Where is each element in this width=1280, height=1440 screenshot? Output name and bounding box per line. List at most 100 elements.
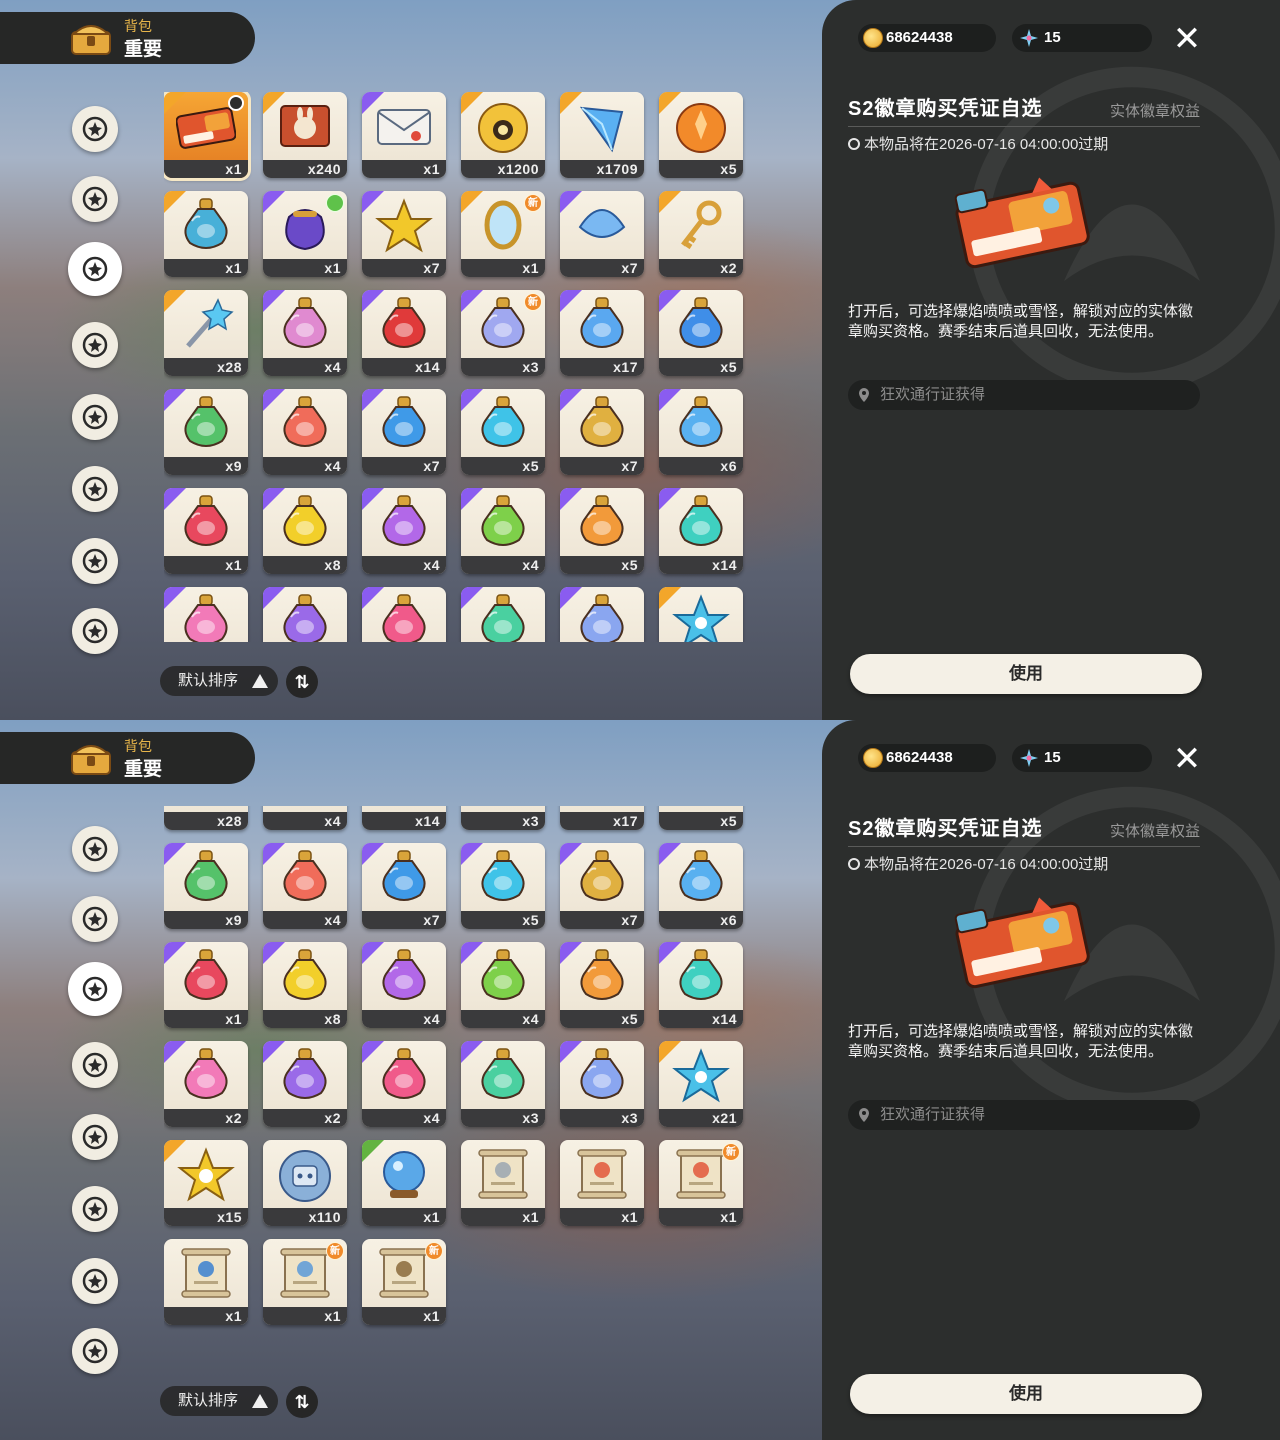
- category-tab[interactable]: [72, 394, 118, 440]
- inventory-item[interactable]: [263, 587, 347, 642]
- inventory-item[interactable]: x9: [164, 843, 248, 929]
- inventory-item[interactable]: [461, 587, 545, 642]
- inventory-item[interactable]: x8: [263, 942, 347, 1028]
- inventory-item[interactable]: x8: [263, 488, 347, 574]
- inventory-item[interactable]: x5: [461, 843, 545, 929]
- inventory-item[interactable]: x1: [164, 191, 248, 277]
- inventory-item[interactable]: 新 x1: [362, 1239, 446, 1325]
- inventory-item[interactable]: x4: [362, 942, 446, 1028]
- inventory-item[interactable]: x4: [263, 806, 347, 830]
- category-tab[interactable]: [72, 608, 118, 654]
- inventory-item[interactable]: x5: [560, 488, 644, 574]
- inventory-item[interactable]: x14: [362, 806, 446, 830]
- inventory-item[interactable]: x1: [263, 191, 347, 277]
- inventory-item[interactable]: [560, 587, 644, 642]
- inventory-item[interactable]: x1709: [560, 92, 644, 178]
- inventory-item[interactable]: x3: [461, 1041, 545, 1127]
- category-tab[interactable]: [72, 106, 118, 152]
- item-grid[interactable]: x28 x4 x14 x3 x17 x5 x9 x4 x7 x5 x7 x6 x…: [164, 806, 754, 1386]
- inventory-item[interactable]: x7: [560, 191, 644, 277]
- inventory-item[interactable]: x1: [362, 1140, 446, 1226]
- item-quantity: x4: [263, 457, 347, 475]
- inventory-item[interactable]: x240: [263, 92, 347, 178]
- inventory-item[interactable]: x5: [659, 290, 743, 376]
- inventory-item[interactable]: x1: [560, 1140, 644, 1226]
- inventory-item[interactable]: x7: [560, 389, 644, 475]
- inventory-item[interactable]: x14: [659, 942, 743, 1028]
- item-grid[interactable]: x1 x240 x1 x1200 x1709 x5 x1 x1 x7 新 x1 x7 x2 x28 …: [164, 92, 754, 642]
- sort-order-toggle-button[interactable]: ⇅: [286, 1386, 318, 1418]
- inventory-item[interactable]: x4: [263, 843, 347, 929]
- inventory-item[interactable]: x1: [164, 488, 248, 574]
- category-tab[interactable]: [72, 1328, 118, 1374]
- inventory-item[interactable]: x7: [362, 191, 446, 277]
- inventory-item[interactable]: x14: [362, 290, 446, 376]
- category-tab[interactable]: [72, 1042, 118, 1088]
- inventory-item[interactable]: x5: [461, 389, 545, 475]
- inventory-item[interactable]: x1: [362, 92, 446, 178]
- category-tab[interactable]: [72, 1186, 118, 1232]
- category-tab[interactable]: [68, 962, 122, 1016]
- inventory-item[interactable]: x4: [362, 488, 446, 574]
- inventory-item[interactable]: x28: [164, 806, 248, 830]
- inventory-item[interactable]: x7: [362, 389, 446, 475]
- inventory-item[interactable]: x1200: [461, 92, 545, 178]
- inventory-item[interactable]: x4: [263, 389, 347, 475]
- inventory-item[interactable]: [362, 587, 446, 642]
- inventory-item[interactable]: [659, 587, 743, 642]
- inventory-item[interactable]: x2: [164, 1041, 248, 1127]
- inventory-item[interactable]: x1: [164, 92, 248, 178]
- inventory-item[interactable]: x14: [659, 488, 743, 574]
- close-button[interactable]: ✕: [1168, 740, 1206, 778]
- use-button[interactable]: 使用: [850, 1374, 1202, 1414]
- item-quantity: x8: [263, 556, 347, 574]
- inventory-item[interactable]: x7: [362, 843, 446, 929]
- inventory-item[interactable]: x17: [560, 806, 644, 830]
- inventory-item[interactable]: x5: [560, 942, 644, 1028]
- sort-dropdown[interactable]: 默认排序: [160, 666, 278, 696]
- inventory-item[interactable]: x110: [263, 1140, 347, 1226]
- category-tab[interactable]: [72, 538, 118, 584]
- inventory-item[interactable]: x7: [560, 843, 644, 929]
- inventory-item[interactable]: x2: [263, 1041, 347, 1127]
- inventory-item[interactable]: x21: [659, 1041, 743, 1127]
- inventory-item[interactable]: x4: [461, 488, 545, 574]
- category-tab[interactable]: [72, 1258, 118, 1304]
- category-tab[interactable]: [72, 322, 118, 368]
- inventory-item[interactable]: 新 x1: [659, 1140, 743, 1226]
- inventory-item[interactable]: 新 x1: [461, 191, 545, 277]
- inventory-item[interactable]: x6: [659, 843, 743, 929]
- item-quantity: x1: [659, 1208, 743, 1226]
- category-tab[interactable]: [72, 896, 118, 942]
- category-tab[interactable]: [72, 826, 118, 872]
- inventory-item[interactable]: x15: [164, 1140, 248, 1226]
- inventory-item[interactable]: x1: [164, 1239, 248, 1325]
- inventory-item[interactable]: x1: [164, 942, 248, 1028]
- inventory-item[interactable]: [164, 587, 248, 642]
- inventory-item[interactable]: x4: [263, 290, 347, 376]
- inventory-item[interactable]: x28: [164, 290, 248, 376]
- category-tab[interactable]: [72, 176, 118, 222]
- sort-order-toggle-button[interactable]: ⇅: [286, 666, 318, 698]
- inventory-item[interactable]: x3: [461, 806, 545, 830]
- sort-dropdown[interactable]: 默认排序: [160, 1386, 278, 1416]
- inventory-item[interactable]: x9: [164, 389, 248, 475]
- category-tab[interactable]: [72, 466, 118, 512]
- inventory-item[interactable]: x5: [659, 806, 743, 830]
- close-button[interactable]: ✕: [1168, 20, 1206, 58]
- category-tab[interactable]: [72, 1114, 118, 1160]
- inventory-item[interactable]: x1: [461, 1140, 545, 1226]
- item-quantity: x28: [164, 358, 248, 376]
- inventory-item[interactable]: x5: [659, 92, 743, 178]
- scroll-fire-icon: [577, 1149, 627, 1199]
- category-tab[interactable]: [68, 242, 122, 296]
- inventory-item[interactable]: x4: [461, 942, 545, 1028]
- inventory-item[interactable]: x17: [560, 290, 644, 376]
- inventory-item[interactable]: x6: [659, 389, 743, 475]
- inventory-item[interactable]: x2: [659, 191, 743, 277]
- inventory-item[interactable]: x4: [362, 1041, 446, 1127]
- inventory-item[interactable]: 新 x3: [461, 290, 545, 376]
- use-button[interactable]: 使用: [850, 654, 1202, 694]
- inventory-item[interactable]: 新 x1: [263, 1239, 347, 1325]
- inventory-item[interactable]: x3: [560, 1041, 644, 1127]
